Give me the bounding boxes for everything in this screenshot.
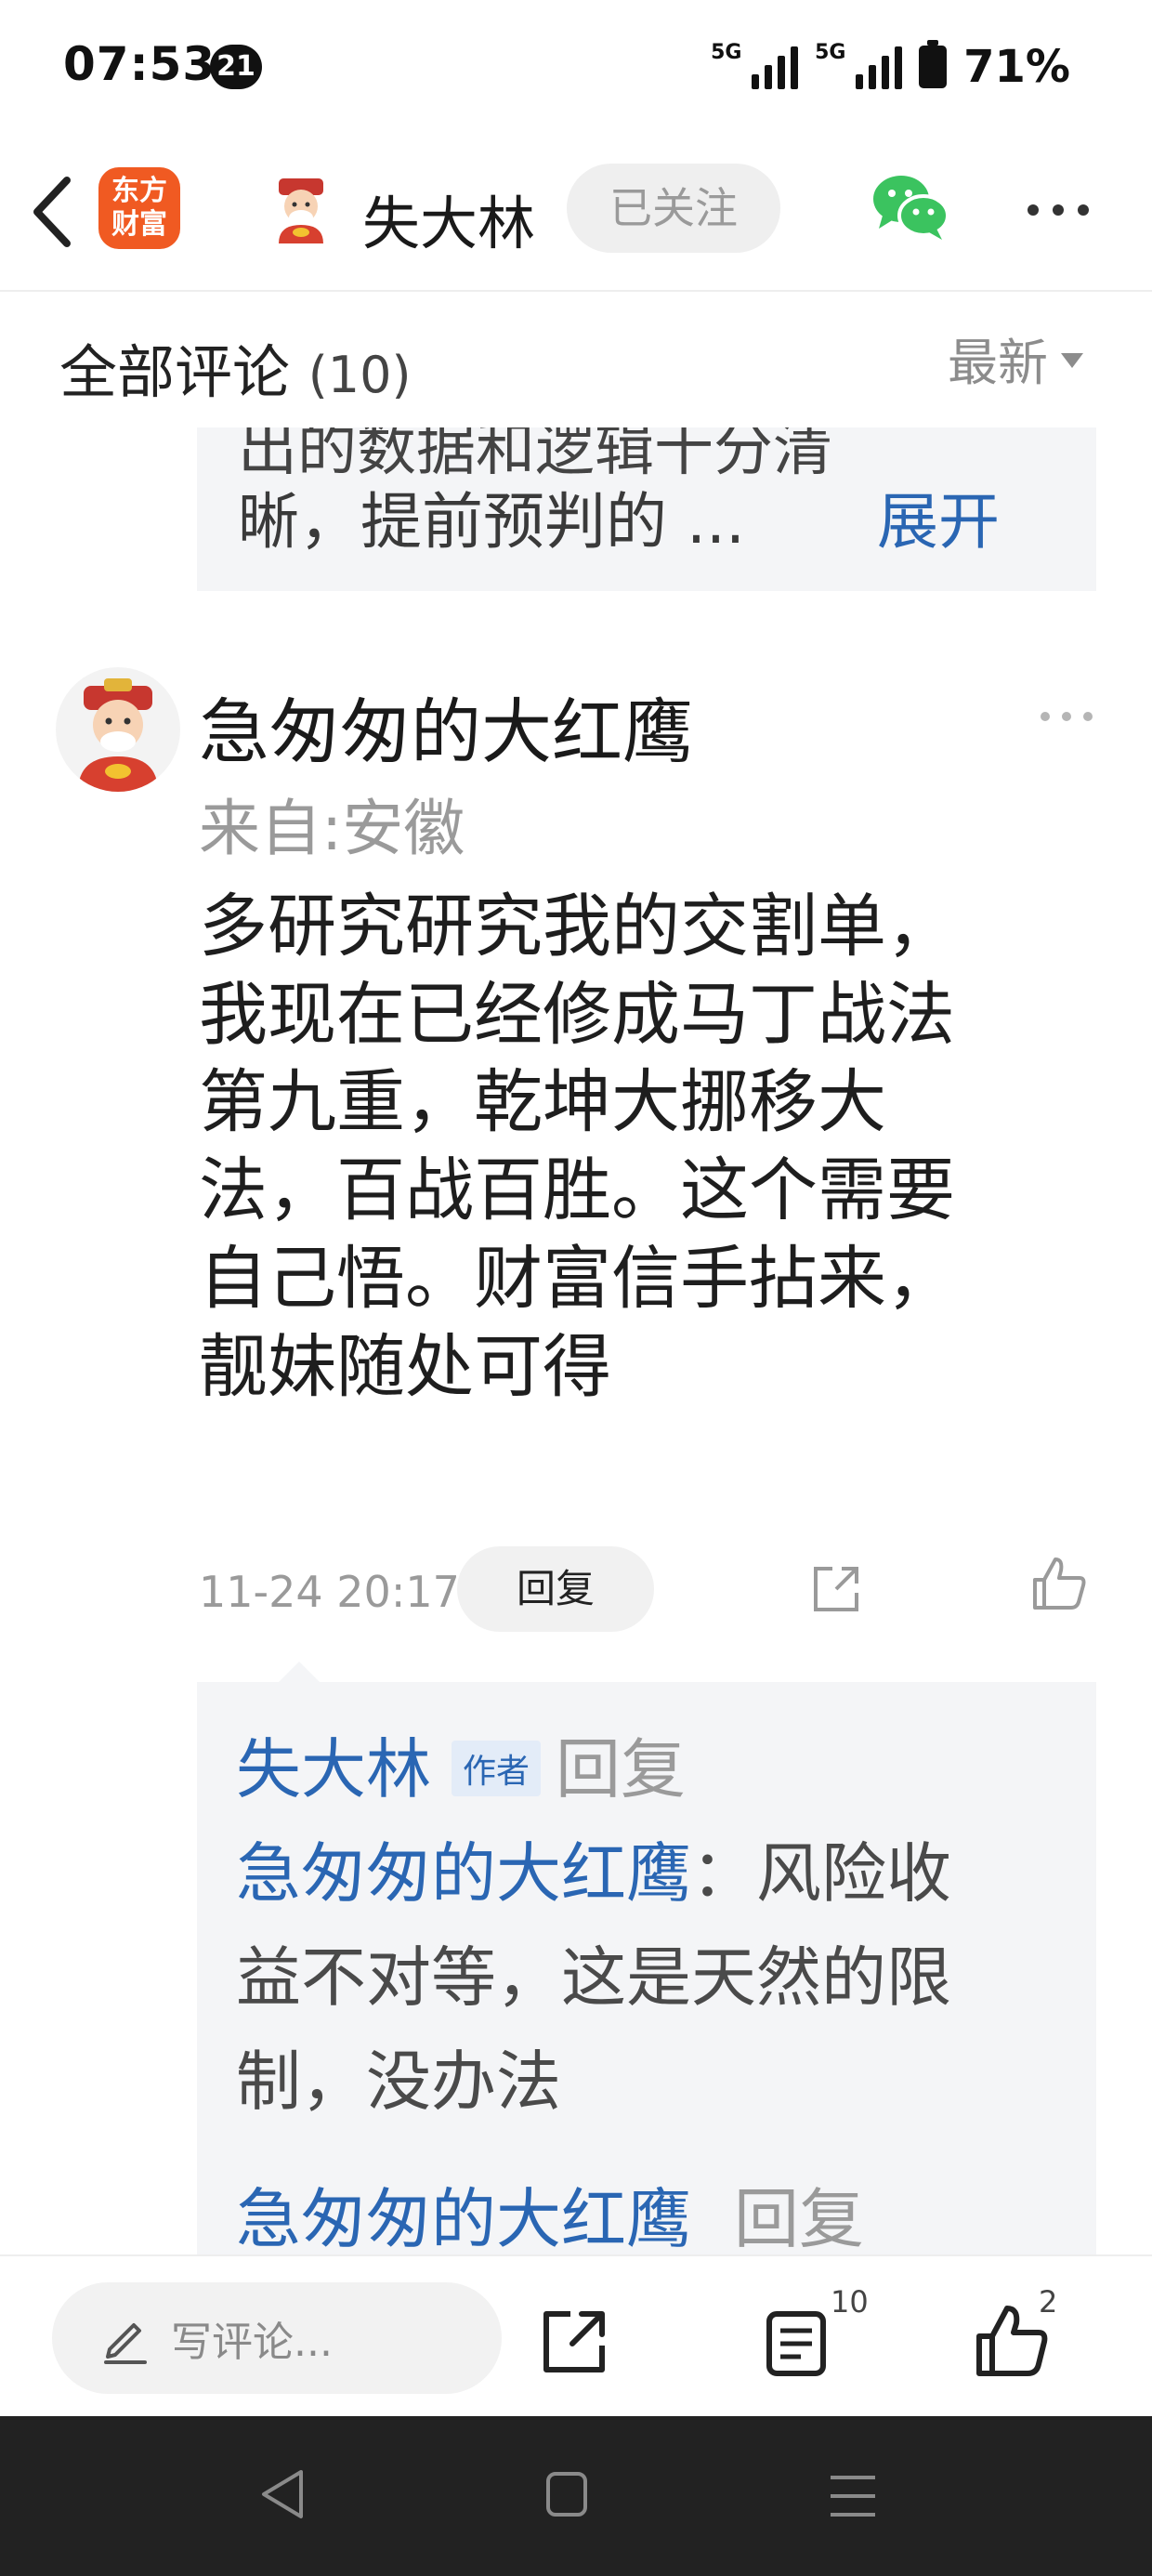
write-comment-input[interactable]: 写评论... <box>52 2282 502 2394</box>
replies-box: 失大林 作者 回复 急匆匆的大红鹰：风险收 益不对等，这是天然的限 制，没办法 急匆… <box>197 1682 1096 2269</box>
comment-line: 靓妹随处可得 <box>199 1326 611 1407</box>
reply-author-name[interactable]: 失大林 <box>236 1731 431 1807</box>
app-logo[interactable]: 东方 财富 <box>98 167 180 249</box>
reply-action-label: 回复 <box>556 1731 687 1807</box>
comment-line: 自己悟。财富信手拈来， <box>199 1238 955 1319</box>
likes-count-badge: 2 <box>1039 2284 1058 2320</box>
nav-back-icon[interactable] <box>258 2466 307 2522</box>
fortune-god-avatar-icon <box>78 678 158 792</box>
reply-target-name[interactable]: 急匆匆的大红鹰 <box>236 1835 691 1912</box>
share-icon[interactable] <box>808 1561 864 1617</box>
comment-line: 我现在已经修成马丁战法 <box>199 974 955 1055</box>
app-logo-line2: 财富 <box>111 208 167 241</box>
comment-timestamp: 11-24 20:17 <box>199 1567 460 1617</box>
battery-icon <box>919 40 948 88</box>
comment-body: 多研究研究我的交割单， 我现在已经修成马丁战法 第九重，乾坤大挪移大 法，百战百… <box>199 883 1063 1411</box>
app-logo-line1: 东方 <box>111 175 167 207</box>
thumbs-up-icon[interactable] <box>1029 1554 1089 1613</box>
reply-action-label: 回复 <box>734 2181 864 2257</box>
previous-reply-text: 晰，提前预判的 ... <box>238 486 745 558</box>
commenter-location: 来自:安徽 <box>199 793 465 864</box>
comment-line: 第九重，乾坤大挪移大 <box>199 1062 886 1143</box>
sort-dropdown[interactable]: 最新 <box>948 322 1083 395</box>
signal-label: 5G <box>815 41 846 64</box>
previous-reply-box: 出的数据和逻辑十分清 晰，提前预判的 ... 展开 <box>197 427 1096 591</box>
status-time: 07:53 <box>63 37 216 91</box>
share-icon[interactable] <box>539 2307 609 2377</box>
reply-separator: ： <box>691 1835 756 1912</box>
signal-icon: 5G <box>711 41 799 89</box>
comments-count: (10) <box>308 346 412 404</box>
reply-author-name[interactable]: 急匆匆的大红鹰 <box>236 2181 691 2257</box>
comments-title: 全部评论 <box>59 338 291 406</box>
reply-header: 急匆匆的大红鹰 回复 <box>236 2167 864 2261</box>
status-indicators: 5G 5G 71% <box>711 40 1070 93</box>
author-avatar[interactable] <box>266 173 336 243</box>
comment-line: 多研究研究我的交割单， <box>199 887 955 966</box>
top-nav: 东方 财富 失大林 已关注 <box>0 139 1152 292</box>
bottom-action-bar: 写评论... 10 2 <box>0 2254 1152 2418</box>
signal-label: 5G <box>711 41 742 64</box>
nav-home-icon[interactable] <box>544 2470 589 2518</box>
reply-line: 益不对等，这是天然的限 <box>236 1939 951 2016</box>
caret-down-icon <box>1061 352 1083 368</box>
pencil-icon <box>104 2323 147 2364</box>
nav-recents-icon[interactable] <box>827 2470 879 2522</box>
back-arrow-icon[interactable] <box>26 175 82 249</box>
author-tag-badge: 作者 <box>452 1740 542 1796</box>
commenter-avatar[interactable] <box>56 667 180 792</box>
battery-percent: 71% <box>963 41 1070 93</box>
reply-line: 急匆匆的大红鹰：风险收 <box>236 1821 951 1915</box>
wechat-icon[interactable] <box>871 171 949 242</box>
comments-list-icon[interactable] <box>764 2308 829 2379</box>
reply-header: 失大林 作者 回复 <box>236 1717 686 1811</box>
status-bar: 07:53 21 5G 5G 71% <box>0 0 1152 139</box>
commenter-name[interactable]: 急匆匆的大红鹰 <box>199 675 693 777</box>
reply-box-pointer <box>279 1662 320 1682</box>
reply-text: 风险收 <box>756 1835 951 1912</box>
comments-heading: 全部评论 (10) <box>59 325 412 409</box>
comments-count-badge: 10 <box>831 2284 869 2320</box>
more-dots-icon[interactable] <box>1026 203 1091 217</box>
notification-badge: 21 <box>210 45 262 89</box>
follow-button[interactable]: 已关注 <box>567 164 780 253</box>
author-name[interactable]: 失大林 <box>362 177 535 260</box>
reply-button[interactable]: 回复 <box>457 1546 654 1632</box>
sort-label: 最新 <box>948 334 1048 392</box>
reply-line: 制，没办法 <box>236 2044 561 2120</box>
comment-more-icon[interactable] <box>1039 710 1094 723</box>
comment-line: 法，百战百胜。这个需要 <box>199 1150 955 1231</box>
write-comment-placeholder: 写评论... <box>171 2319 333 2366</box>
signal-icon: 5G <box>815 41 903 89</box>
system-nav-bar <box>0 2416 1152 2576</box>
expand-link[interactable]: 展开 <box>877 472 1000 561</box>
